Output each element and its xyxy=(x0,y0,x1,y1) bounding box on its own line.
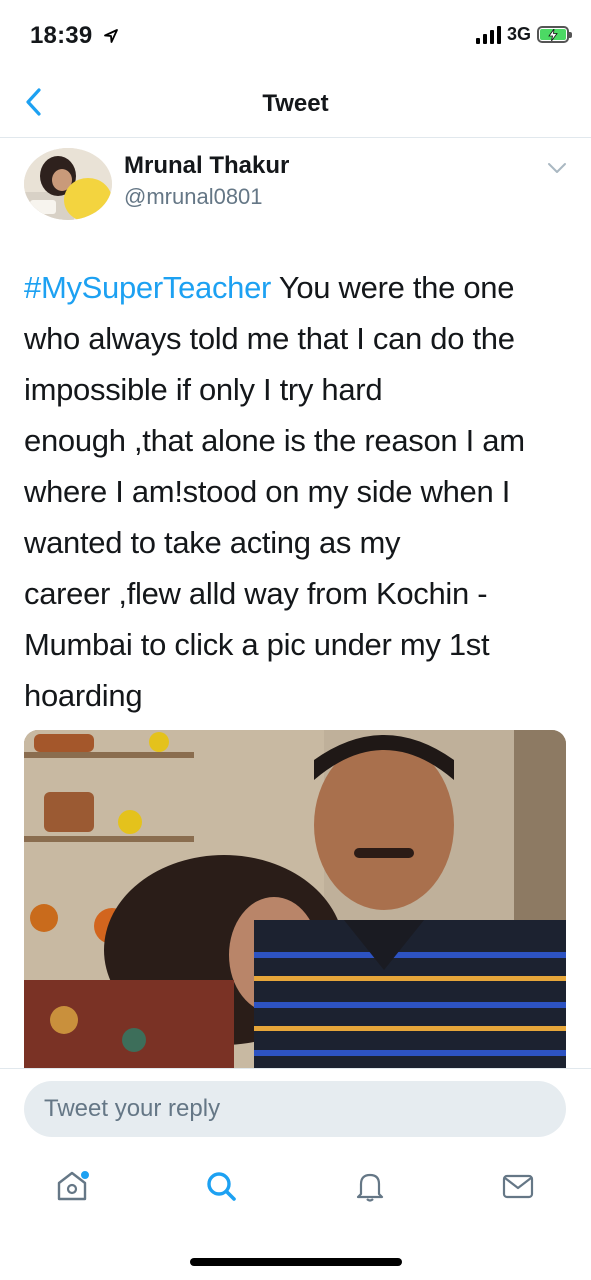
tweet-text-line: impossible if only I try hard xyxy=(24,372,383,407)
tweet-text: #MySuperTeacher You were the one who alw… xyxy=(24,262,572,721)
tweet-text-line: hoarding xyxy=(24,678,143,713)
tweet-text-line: who always told me that I can do the xyxy=(24,321,515,356)
home-indicator[interactable] xyxy=(190,1258,402,1266)
status-time-group: 18:39 xyxy=(30,22,119,51)
author-display-name[interactable]: Mrunal Thakur xyxy=(124,152,289,180)
status-time: 18:39 xyxy=(30,22,93,49)
tweet-text-line: wanted to take acting as my xyxy=(24,525,401,560)
hashtag-link[interactable]: #MySuperTeacher xyxy=(24,270,271,305)
tab-messages[interactable] xyxy=(496,1166,540,1210)
battery-charging-icon xyxy=(537,26,572,43)
notification-badge-dot xyxy=(80,1170,90,1180)
tweet-text-line: #MySuperTeacher You were the one xyxy=(24,262,572,313)
navigation-bar: Tweet xyxy=(0,70,591,138)
network-type: 3G xyxy=(506,24,531,44)
tweet-text-line: Mumbai to click a pic under my 1st xyxy=(24,627,490,662)
tab-home[interactable] xyxy=(50,1166,94,1210)
search-icon xyxy=(203,1168,239,1209)
tweet-text-line: career ,flew alld way from Kochin - xyxy=(24,576,488,611)
tweet-detail-screen: 18:39 3G Tweet Mrunal Thakur @mrunal0801… xyxy=(0,0,591,1280)
status-indicators: 3G xyxy=(475,24,572,45)
bell-icon xyxy=(352,1168,388,1209)
tab-search[interactable] xyxy=(199,1166,243,1210)
tweet-text-segment: You were the one xyxy=(271,270,515,305)
status-bar: 18:39 3G xyxy=(0,0,591,70)
tweet-text-line: enough ,that alone is the reason I am xyxy=(24,423,525,458)
signal-bars-icon xyxy=(475,25,501,44)
tweet-photo[interactable] xyxy=(24,730,566,1068)
location-arrow-icon xyxy=(103,23,119,51)
chevron-down-icon[interactable] xyxy=(546,160,568,176)
reply-input[interactable] xyxy=(24,1081,566,1137)
tweet-text-line: where I am!stood on my side when I xyxy=(24,474,511,509)
page-title: Tweet xyxy=(262,90,329,117)
bottom-tab-bar xyxy=(0,1150,591,1230)
tab-notifications[interactable] xyxy=(348,1166,392,1210)
author-handle[interactable]: @mrunal0801 xyxy=(124,184,263,210)
tweet-author-header: Mrunal Thakur @mrunal0801 xyxy=(24,148,574,220)
reply-composer xyxy=(0,1068,591,1148)
envelope-icon xyxy=(500,1168,536,1209)
avatar[interactable] xyxy=(24,148,112,220)
